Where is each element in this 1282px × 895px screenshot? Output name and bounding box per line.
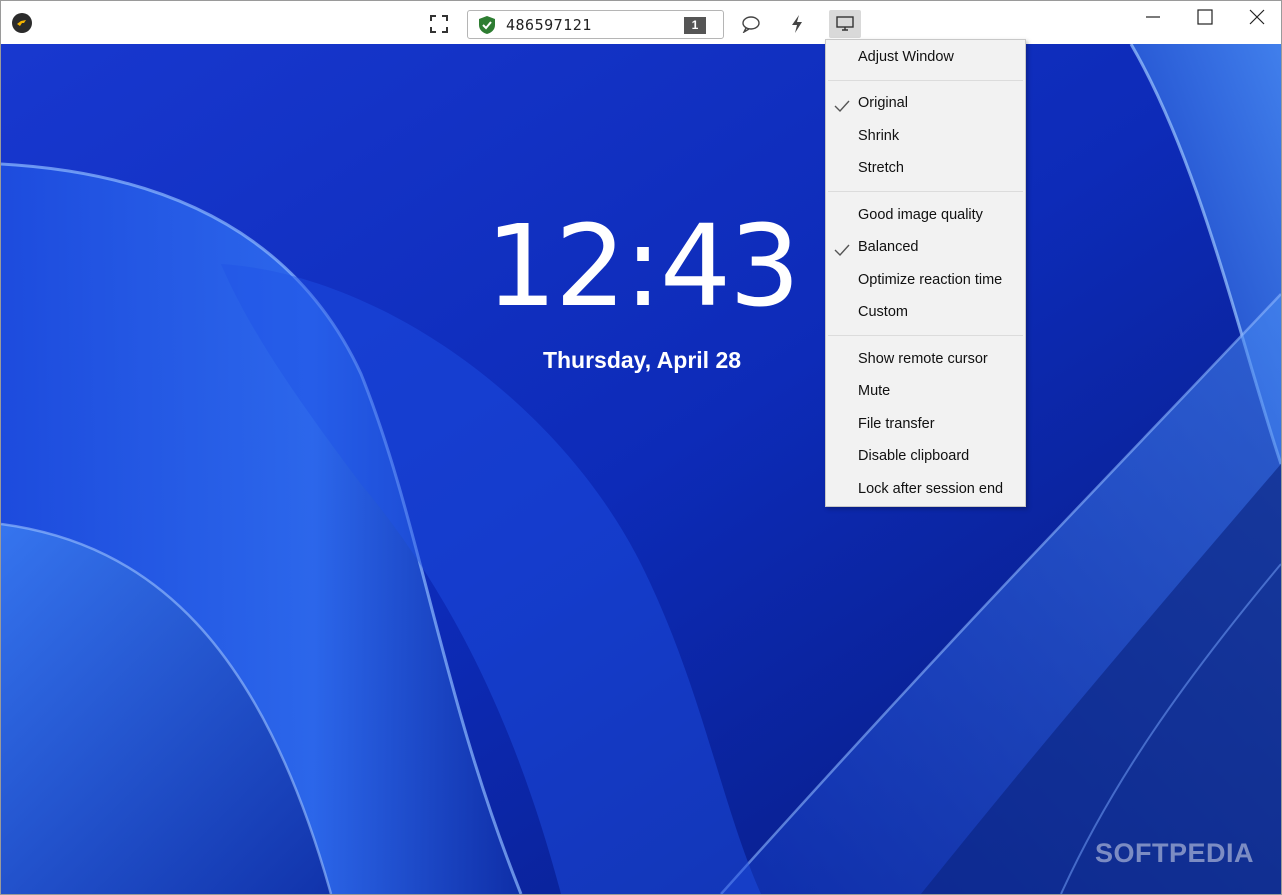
menu-item-disable-clipboard[interactable]: Disable clipboard [826, 443, 1025, 469]
menu-item-label: Show remote cursor [858, 351, 988, 367]
close-button[interactable] [1231, 1, 1281, 37]
menu-separator [828, 335, 1023, 336]
menu-item-label: Balanced [858, 239, 919, 255]
connection-id: 486597121 [506, 16, 592, 34]
menu-item-label: Good image quality [858, 207, 983, 223]
menu-item-original[interactable]: Original [826, 90, 1025, 116]
wallpaper [1, 44, 1281, 894]
display-options-menu: Adjust Window Original Shrink Stretch Go… [825, 39, 1026, 507]
menu-item-label: Custom [858, 304, 908, 320]
menu-item-mute[interactable]: Mute [826, 378, 1025, 404]
watermark: SOFTPEDIA [1094, 838, 1254, 868]
minimize-icon [1145, 9, 1161, 30]
maximize-button[interactable] [1179, 1, 1231, 37]
close-icon [1249, 9, 1265, 30]
lightning-icon [790, 15, 804, 33]
lock-screen-time: 12:43 [485, 202, 801, 332]
chat-bubble-icon [741, 15, 761, 33]
shield-check-icon [477, 15, 497, 35]
menu-item-custom[interactable]: Custom [826, 299, 1025, 325]
menu-item-label: Shrink [858, 128, 900, 144]
chat-button[interactable] [737, 10, 765, 38]
fullscreen-button[interactable] [425, 10, 453, 38]
display-settings-button[interactable] [829, 10, 861, 38]
menu-item-shrink[interactable]: Shrink [826, 123, 1025, 149]
menu-item-stretch[interactable]: Stretch [826, 155, 1025, 181]
app-logo-icon[interactable] [12, 13, 32, 33]
checkmark-icon [834, 240, 850, 257]
menu-item-label: Original [858, 95, 908, 111]
menu-item-show-remote-cursor[interactable]: Show remote cursor [826, 346, 1025, 372]
menu-item-label: Stretch [858, 160, 904, 176]
remote-desktop-view[interactable]: 12:43 Thursday, April 28 SOFTPEDIA [1, 44, 1281, 894]
lock-screen-date: Thursday, April 28 [542, 347, 742, 373]
menu-item-label: Mute [858, 383, 891, 399]
menu-item-lock-after-session-end[interactable]: Lock after session end [826, 476, 1025, 502]
session-count-badge: 1 [684, 17, 706, 34]
menu-item-good-image-quality[interactable]: Good image quality [826, 202, 1025, 228]
menu-item-optimize-reaction-time[interactable]: Optimize reaction time [826, 267, 1025, 293]
menu-item-label: Disable clipboard [858, 448, 970, 464]
fullscreen-icon [430, 15, 448, 33]
checkmark-icon [834, 96, 850, 113]
monitor-icon [836, 16, 854, 32]
connection-id-field[interactable]: 486597121 1 [467, 10, 724, 39]
menu-item-label: Adjust Window [858, 49, 954, 65]
menu-item-label: Lock after session end [858, 481, 1004, 497]
actions-button[interactable] [783, 10, 811, 38]
menu-item-adjust-window[interactable]: Adjust Window [826, 44, 1025, 70]
menu-item-label: File transfer [858, 416, 935, 432]
minimize-button[interactable] [1127, 1, 1179, 37]
remote-session-window: 486597121 1 12:43 Thursday, April 28 SOF… [0, 0, 1282, 895]
menu-separator [828, 191, 1023, 192]
maximize-icon [1197, 8, 1213, 30]
menu-item-balanced[interactable]: Balanced [826, 234, 1025, 260]
menu-item-file-transfer[interactable]: File transfer [826, 411, 1025, 437]
menu-item-label: Optimize reaction time [858, 272, 1003, 288]
title-bar: 486597121 1 [1, 1, 1281, 44]
menu-separator [828, 80, 1023, 81]
